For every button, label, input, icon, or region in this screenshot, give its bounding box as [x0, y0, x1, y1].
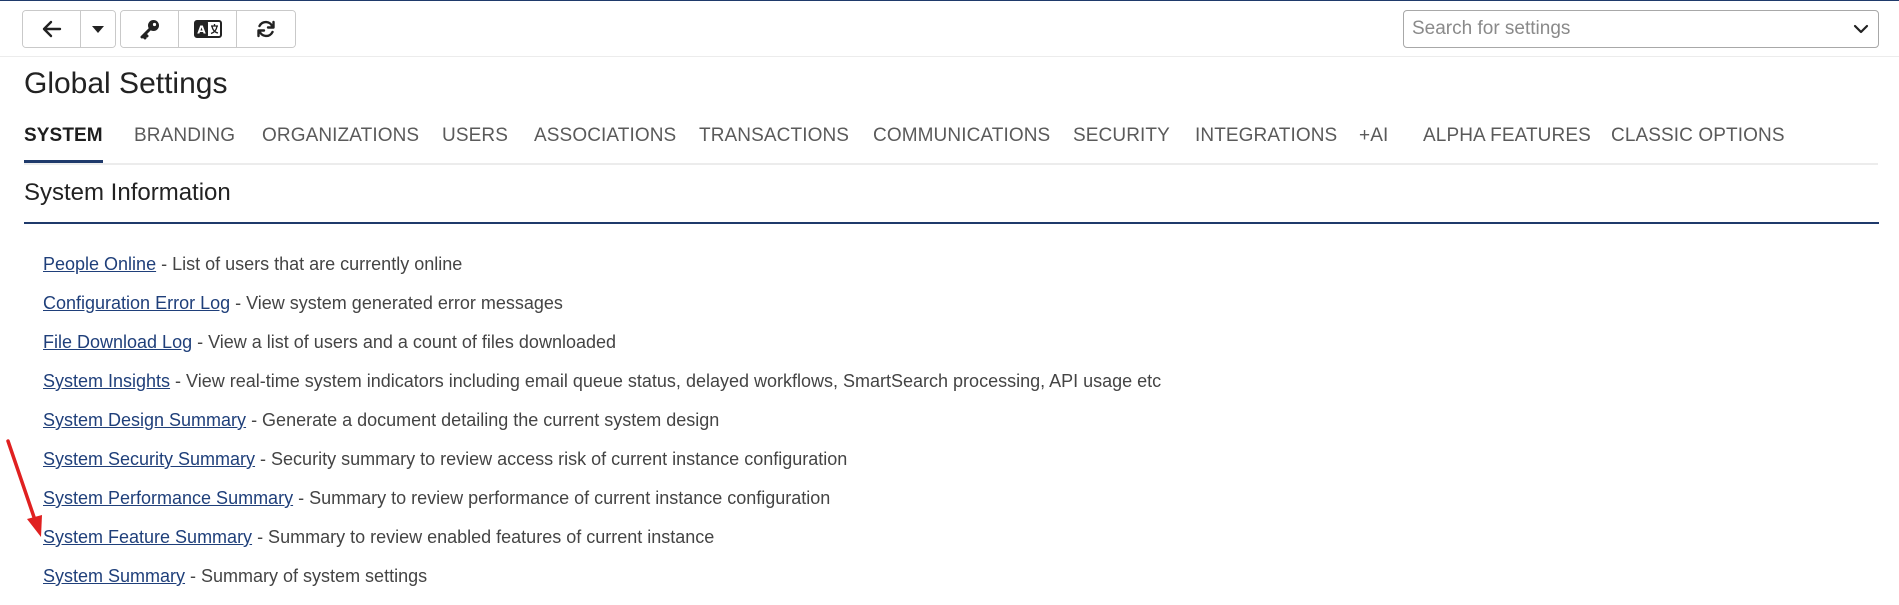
caret-down-icon [92, 26, 104, 33]
system-summary-link[interactable]: System Summary [43, 566, 185, 586]
system-insights-link[interactable]: System Insights [43, 371, 170, 391]
arrow-left-icon [42, 20, 61, 38]
tab-security[interactable]: SECURITY [1073, 125, 1170, 163]
list-item: System Feature Summary - Summary to revi… [43, 527, 1161, 566]
system-performance-summary-link[interactable]: System Performance Summary [43, 488, 293, 508]
language-button[interactable]: A [179, 11, 237, 47]
list-item: Configuration Error Log - View system ge… [43, 293, 1161, 332]
back-button[interactable] [23, 11, 81, 47]
tab-users[interactable]: USERS [442, 125, 508, 163]
tab-system[interactable]: SYSTEM [24, 125, 103, 163]
tab-communications[interactable]: COMMUNICATIONS [873, 125, 1050, 163]
link-description: - Summary to review enabled features of … [252, 527, 715, 547]
refresh-button[interactable] [237, 11, 295, 47]
people-online-link[interactable]: People Online [43, 254, 156, 274]
list-item: System Insights - View real-time system … [43, 371, 1161, 410]
nav-button-group [22, 10, 116, 48]
key-icon [140, 20, 159, 40]
translate-icon: A [193, 20, 222, 38]
list-item: System Design Summary - Generate a docum… [43, 410, 1161, 449]
toolbar: A [22, 10, 296, 48]
configuration-error-log-link[interactable]: Configuration Error Log [43, 293, 230, 313]
tab-associations[interactable]: ASSOCIATIONS [534, 125, 676, 163]
link-description: - Generate a document detailing the curr… [246, 410, 720, 430]
file-download-log-link[interactable]: File Download Log [43, 332, 192, 352]
svg-text:A: A [197, 24, 206, 37]
settings-tabs: SYSTEM BRANDING ORGANIZATIONS USERS ASSO… [24, 125, 1878, 165]
action-button-group: A [120, 10, 296, 48]
tab-ai[interactable]: +AI [1359, 125, 1388, 163]
tab-alpha-features[interactable]: ALPHA FEATURES [1423, 125, 1591, 163]
system-security-summary-link[interactable]: System Security Summary [43, 449, 255, 469]
list-item: System Summary - Summary of system setti… [43, 566, 1161, 605]
system-info-list: People Online - List of users that are c… [43, 254, 1161, 605]
section-title: System Information [24, 179, 231, 206]
list-item: People Online - List of users that are c… [43, 254, 1161, 293]
chevron-down-icon [1853, 24, 1869, 34]
header-divider [0, 56, 1899, 57]
tab-organizations[interactable]: ORGANIZATIONS [262, 125, 419, 163]
link-description: - Summary of system settings [185, 566, 428, 586]
refresh-icon [257, 20, 275, 38]
tab-branding[interactable]: BRANDING [134, 125, 235, 163]
tab-integrations[interactable]: INTEGRATIONS [1195, 125, 1337, 163]
page-title: Global Settings [24, 67, 228, 100]
tab-transactions[interactable]: TRANSACTIONS [699, 125, 849, 163]
section-divider [24, 222, 1879, 224]
link-description: - Security summary to review access risk… [255, 449, 848, 469]
history-dropdown-button[interactable] [81, 11, 115, 47]
list-item: File Download Log - View a list of users… [43, 332, 1161, 371]
link-description: - View a list of users and a count of fi… [192, 332, 617, 352]
system-feature-summary-link[interactable]: System Feature Summary [43, 527, 252, 547]
system-design-summary-link[interactable]: System Design Summary [43, 410, 246, 430]
link-description: - View system generated error messages [230, 293, 563, 313]
link-description: - View real-time system indicators inclu… [170, 371, 1162, 391]
search-placeholder: Search for settings [1412, 18, 1571, 39]
key-button[interactable] [121, 11, 179, 47]
list-item: System Security Summary - Security summa… [43, 449, 1161, 488]
tab-classic-options[interactable]: CLASSIC OPTIONS [1611, 125, 1785, 163]
annotation-arrow-icon [6, 439, 42, 537]
link-description: - List of users that are currently onlin… [156, 254, 463, 274]
list-item: System Performance Summary - Summary to … [43, 488, 1161, 527]
settings-search-select[interactable]: Search for settings [1403, 10, 1879, 48]
link-description: - Summary to review performance of curre… [293, 488, 831, 508]
